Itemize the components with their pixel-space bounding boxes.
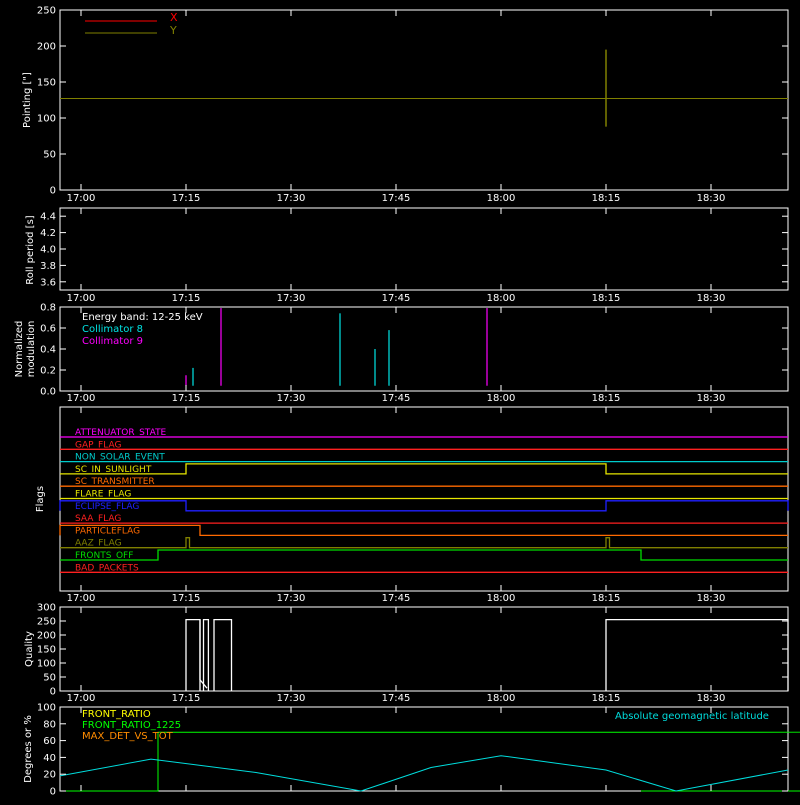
energy-band-label: Energy band: 12-25 keV — [82, 312, 203, 323]
y-tick-label: 50 — [43, 150, 56, 161]
flag-label: ECLIPSE_FLAG — [75, 502, 139, 512]
time-tick-label: 18:30 — [697, 393, 726, 404]
time-tick-label: 17:00 — [67, 193, 96, 204]
y-tick-label: 0.6 — [40, 324, 56, 335]
y-tick-label: 0.2 — [40, 366, 56, 377]
legend-label-x: X — [170, 11, 178, 24]
y-tick-label: 0.8 — [40, 303, 56, 314]
time-tick-label: 18:30 — [697, 593, 726, 604]
time-tick-label: 17:15 — [172, 193, 201, 204]
y-tick-label: 100 — [37, 659, 56, 670]
time-tick-label: 17:30 — [277, 593, 306, 604]
time-tick-label: 17:45 — [382, 393, 411, 404]
y-tick-label: 150 — [37, 78, 56, 89]
time-tick-label: 18:00 — [487, 393, 516, 404]
roll-period-ylabel: Roll period [s] — [25, 215, 36, 284]
y-tick-label: 40 — [43, 753, 56, 764]
y-tick-label: 250 — [37, 6, 56, 17]
y-tick-label: 3.6 — [40, 277, 56, 288]
hessi-summary-plot: ATTENUATOR_STATE GAP_FLAG NON_SOLAR_EVENT S… — [0, 0, 800, 800]
time-tick-label: 17:45 — [382, 293, 411, 304]
y-tick-label: 50 — [43, 673, 56, 684]
time-tick-label: 17:00 — [67, 293, 96, 304]
time-tick-label: 17:45 — [382, 193, 411, 204]
flag-line — [60, 549, 788, 561]
pointing-legend: X Y — [85, 11, 178, 37]
time-tick-label: 17:00 — [67, 693, 96, 704]
time-tick-label: 17:30 — [277, 193, 306, 204]
y-tick-label: 80 — [43, 719, 56, 730]
quality-segment — [213, 618, 233, 691]
modulation-ylabel-line1: Normalized — [14, 321, 25, 378]
time-tick-label: 17:00 — [67, 593, 96, 604]
legend-front-ratio-1225: FRONT_RATIO_1225 — [82, 720, 181, 731]
time-tick-label: 17:15 — [172, 693, 201, 704]
legend-max-det-vs-tot: MAX_DET_VS_TOT — [82, 731, 174, 742]
flag-line — [60, 537, 788, 549]
time-tick-label: 18:00 — [487, 593, 516, 604]
time-tick-label: 17:15 — [172, 293, 201, 304]
flags-ylabel: Flags — [35, 486, 46, 512]
time-tick-label: 18:00 — [487, 693, 516, 704]
time-tick-label: 17:45 — [382, 693, 411, 704]
geomagnetic-latitude-label: Absolute geomagnetic latitude — [615, 711, 769, 722]
legend-label-y: Y — [169, 24, 177, 37]
time-tick-label: 18:15 — [592, 693, 621, 704]
quality-segment — [185, 618, 201, 691]
y-tick-label: 60 — [43, 736, 56, 747]
time-tick-label: 17:30 — [277, 293, 306, 304]
y-tick-label: 0 — [50, 787, 56, 798]
time-tick-label: 18:15 — [592, 593, 621, 604]
y-tick-label: 150 — [37, 645, 56, 656]
legend-collimator-9: Collimator 9 — [82, 336, 143, 347]
front-ratio-ylabel: Degrees or % — [23, 715, 34, 783]
y-tick-label: 20 — [43, 770, 56, 781]
time-tick-label: 18:15 — [592, 193, 621, 204]
pointing-frame — [59, 9, 789, 191]
time-tick-label: 17:15 — [172, 393, 201, 404]
flag-label: PARTICLEFLAG — [75, 526, 140, 536]
y-tick-label: 0 — [50, 687, 56, 698]
flag-line — [60, 463, 788, 475]
y-tick-label: 100 — [37, 703, 56, 714]
legend-front-ratio: FRONT_RATIO — [82, 709, 151, 720]
y-tick-label: 0 — [50, 186, 56, 197]
roll-period-frame — [59, 207, 789, 291]
y-tick-label: 100 — [37, 114, 56, 125]
quality-ylabel: Quality — [24, 631, 35, 667]
time-tick-label: 17:15 — [172, 593, 201, 604]
geomagnetic-latitude-series — [59, 755, 789, 792]
y-tick-label: 200 — [37, 631, 56, 642]
time-tick-label: 18:15 — [592, 393, 621, 404]
time-tick-label: 18:30 — [697, 693, 726, 704]
y-tick-label: 0.0 — [40, 387, 56, 398]
modulation-ylabel-line2: modulation — [26, 321, 37, 378]
time-tick-label: 17:30 — [277, 693, 306, 704]
y-tick-label: 200 — [37, 42, 56, 53]
flag-line — [59, 500, 789, 512]
quality-segment — [605, 618, 789, 691]
time-tick-label: 18:15 — [592, 293, 621, 304]
time-tick-label: 17:45 — [382, 593, 411, 604]
time-tick-label: 18:00 — [487, 193, 516, 204]
pointing-ylabel: Pointing ["] — [22, 72, 33, 128]
legend-collimator-8: Collimator 8 — [82, 324, 143, 335]
flag-line — [59, 524, 788, 537]
modulation-legend: Energy band: 12-25 keV Collimator 8 Coll… — [82, 312, 203, 347]
time-tick-label: 18:30 — [697, 293, 726, 304]
time-tick-label: 17:00 — [67, 393, 96, 404]
front-ratio-legend: FRONT_RATIO FRONT_RATIO_1225 MAX_DET_VS_… — [82, 709, 769, 742]
chart-canvas: ATTENUATOR_STATEGAP_FLAGNON_SOLAR_EVENTS… — [14, 6, 800, 798]
quality-segment — [202, 618, 210, 691]
time-tick-label: 18:00 — [487, 293, 516, 304]
y-tick-label: 4.4 — [40, 212, 56, 223]
y-tick-label: 4.0 — [40, 245, 56, 256]
y-tick-label: 4.2 — [40, 228, 56, 239]
time-tick-label: 18:30 — [697, 193, 726, 204]
y-tick-label: 3.8 — [40, 261, 56, 272]
y-tick-label: 250 — [37, 617, 56, 628]
time-tick-label: 17:30 — [277, 393, 306, 404]
y-tick-label: 0.4 — [40, 345, 56, 356]
y-tick-label: 300 — [37, 603, 56, 614]
